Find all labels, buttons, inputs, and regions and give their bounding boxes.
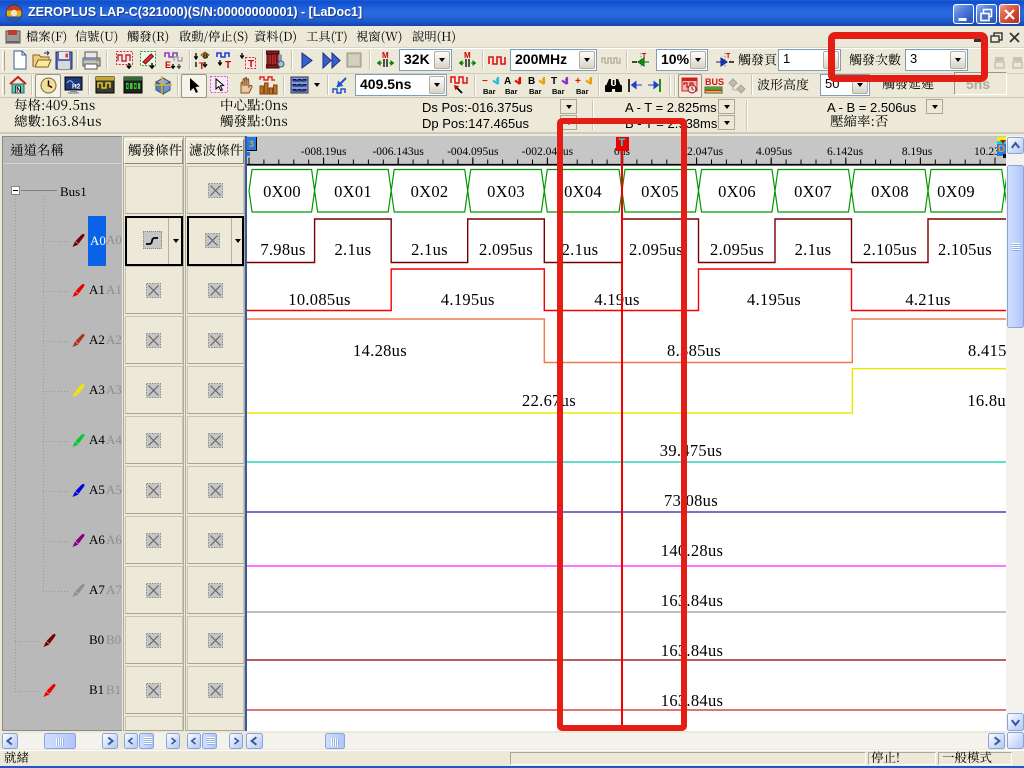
svg-text:Bar: Bar	[576, 87, 589, 96]
svg-text:T: T	[225, 60, 231, 70]
svg-text:B: B	[528, 76, 535, 87]
svg-text:H2: H2	[72, 84, 81, 91]
svg-text:BUS: BUS	[705, 77, 724, 87]
svg-text:Bar: Bar	[529, 87, 542, 96]
svg-text:A: A	[504, 76, 511, 87]
svg-text:M: M	[382, 51, 389, 60]
svg-text:T: T	[199, 61, 205, 70]
svg-text:Bar: Bar	[483, 87, 496, 96]
svg-text:Bar: Bar	[505, 87, 518, 96]
svg-text:+: +	[575, 76, 581, 87]
svg-text:−: −	[482, 76, 488, 87]
svg-text:N: N	[16, 87, 21, 94]
svg-text:T: T	[726, 53, 731, 60]
svg-text:M: M	[464, 51, 471, 60]
svg-text:Bar: Bar	[552, 87, 565, 96]
svg-text:E: E	[165, 60, 171, 70]
svg-text:T: T	[248, 59, 254, 70]
svg-text:B: B	[203, 53, 208, 60]
svg-text:T: T	[551, 76, 557, 87]
